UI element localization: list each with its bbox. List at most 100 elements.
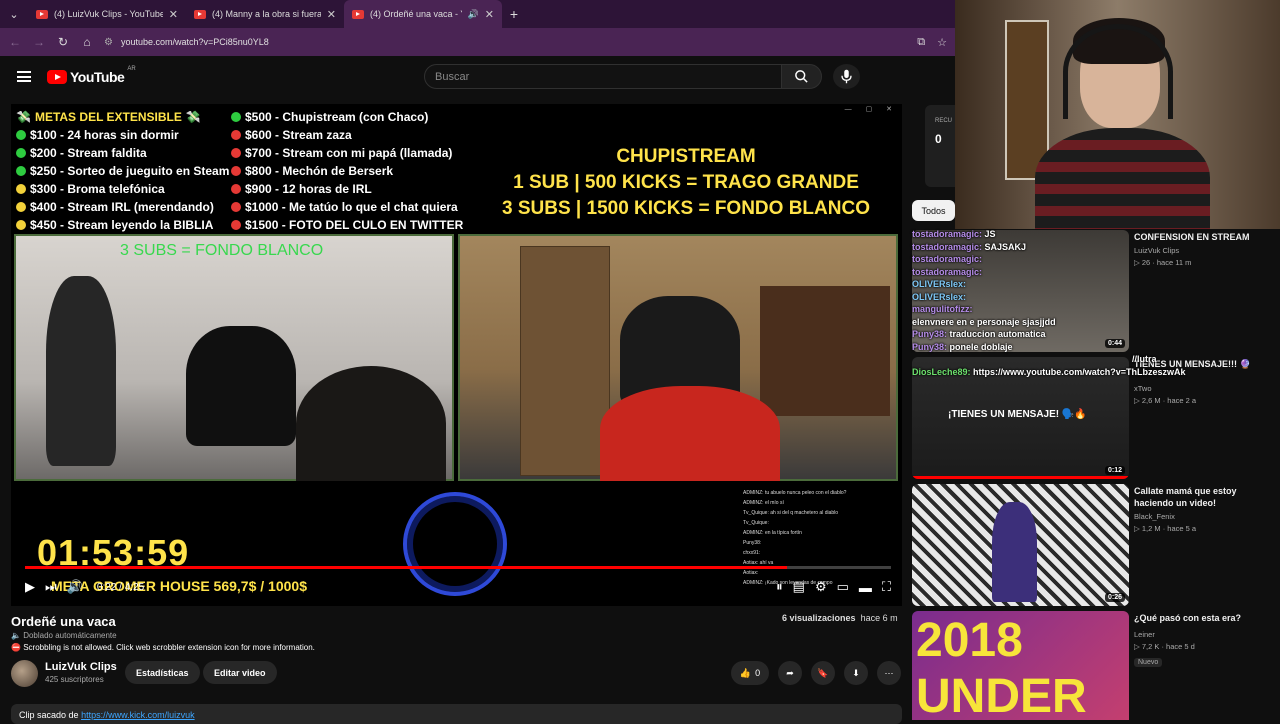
play-small-icon: ▷ xyxy=(1134,642,1140,651)
fullscreen-icon[interactable]: ⛶ xyxy=(882,579,891,595)
cam-overlay-text: 3 SUBS = FONDO BLANCO xyxy=(120,242,324,259)
browser-tab-1[interactable]: (4) LuizVuk Clips - YouTube ✕ xyxy=(28,0,186,28)
microphone-icon xyxy=(841,69,852,84)
rec-channel[interactable]: xTwo xyxy=(1134,384,1274,393)
new-tab-plus-icon[interactable]: + xyxy=(502,6,526,22)
rec-title[interactable]: TIENES UN MENSAJE!!! 🔮 xyxy=(1134,358,1274,370)
menu-hamburger-icon[interactable] xyxy=(17,71,31,82)
volume-icon[interactable]: 🔊 xyxy=(67,579,83,595)
forward-arrow-icon[interactable]: → xyxy=(32,35,46,49)
video-thumbnail[interactable]: 0:26 xyxy=(912,484,1129,606)
youtube-header: YouTube AR Buscar xyxy=(0,56,955,98)
goal-text: $500 - Chupistream (con Chaco) xyxy=(245,110,429,124)
home-icon[interactable]: ⌂ xyxy=(80,35,94,49)
subtitles-icon[interactable]: ▤ xyxy=(793,579,805,595)
more-dots-icon: ⋯ xyxy=(884,667,894,678)
goal-text: $800 - Mechón de Berserk xyxy=(245,164,394,178)
like-count: 0 xyxy=(755,668,761,678)
striped-shirt xyxy=(1035,128,1210,229)
webcam-right-feed xyxy=(458,234,898,481)
stats-button[interactable]: Estadísticas xyxy=(125,661,200,684)
rec-meta: ▷ 1,2 M · hace 5 a xyxy=(1134,524,1197,533)
status-dot xyxy=(16,202,26,212)
miniplayer-icon[interactable]: ▭ xyxy=(837,579,849,595)
edit-video-button[interactable]: Editar video xyxy=(203,661,277,684)
tab-title: (4) Manny a la obra si fuera buo xyxy=(212,9,321,19)
goal-text: $1500 - FOTO DEL CULO EN TWITTER xyxy=(245,218,464,232)
goal-item: $200 - Stream faldita xyxy=(16,144,229,162)
share-button[interactable]: ➦ xyxy=(778,661,802,685)
rec-title[interactable]: Callate mamá que estoy haciendo un video… xyxy=(1134,485,1274,509)
search-icon xyxy=(795,70,808,83)
browser-tab-3[interactable]: (4) Ordeñé una vaca - YouT 🔊 ✕ xyxy=(344,0,502,28)
bookmark-star-icon[interactable]: ☆ xyxy=(937,36,947,49)
close-tab-icon[interactable]: ✕ xyxy=(485,8,494,21)
search-button[interactable] xyxy=(781,64,822,89)
status-dot xyxy=(231,166,241,176)
video-thumbnail[interactable]: 2018 UNDER xyxy=(912,611,1129,720)
rec-title[interactable]: ¿Qué pasó con esta era? xyxy=(1134,612,1274,624)
voice-search-button[interactable] xyxy=(833,64,860,89)
rec-label: RECU xyxy=(935,118,953,124)
goal-text: $450 - Stream leyendo la BIBLIA xyxy=(30,218,214,232)
rec-title[interactable]: CONFENSION EN STREAM xyxy=(1134,231,1274,243)
goal-item: $300 - Broma telefónica xyxy=(16,180,229,198)
close-tab-icon[interactable]: ✕ xyxy=(327,8,336,21)
url-field[interactable]: ⚙ youtube.com/watch?v=PCi85nu0YL8 xyxy=(104,32,907,52)
download-button[interactable]: ⬇ xyxy=(844,661,868,685)
new-badge: Nuevo xyxy=(1134,658,1163,667)
chat-line: Puny38: xyxy=(743,540,762,546)
install-app-icon[interactable]: ⧉ xyxy=(917,36,925,49)
close-tab-icon[interactable]: ✕ xyxy=(169,8,178,21)
video-thumbnail[interactable]: ¡TIENES UN MENSAJE! 🗣️🔥 0:12 xyxy=(912,357,1129,479)
recording-card: RECU 0 xyxy=(925,105,955,187)
video-thumbnail[interactable]: 0:44 xyxy=(912,230,1129,352)
reload-icon[interactable]: ↻ xyxy=(56,35,70,49)
settings-gear-icon[interactable]: ⚙ xyxy=(815,579,827,595)
desc-link[interactable]: https://www.kick.com/luizvuk xyxy=(81,710,195,720)
chat-line: chxx91: xyxy=(743,550,761,556)
goal-text: $200 - Stream faldita xyxy=(30,146,147,160)
filter-chip-all[interactable]: Todos xyxy=(912,200,955,221)
autoplay-toggle-icon[interactable]: ⏸ xyxy=(776,579,783,595)
tab-list-chevron-icon[interactable]: ⌄ xyxy=(0,0,28,28)
video-progress-bar[interactable] xyxy=(25,566,891,569)
video-player[interactable]: — ▢ ✕ 💸 METAS DEL EXTENSIBLE 💸 $100 - 24 h… xyxy=(11,104,902,606)
status-dot xyxy=(231,184,241,194)
channel-avatar[interactable] xyxy=(11,660,38,687)
search-input[interactable]: Buscar xyxy=(424,64,782,89)
rec-channel[interactable]: Black_Fenix xyxy=(1134,512,1274,521)
play-icon[interactable]: ▶ xyxy=(25,579,35,595)
site-info-icon[interactable]: ⚙ xyxy=(104,37,113,48)
status-dot xyxy=(231,148,241,158)
thumb-text: 2018 UNDER xyxy=(916,614,1087,720)
rec-channel[interactable]: Leiner xyxy=(1134,630,1274,639)
goal-text: $250 - Sorteo de jueguito en Steam xyxy=(30,164,230,178)
save-button[interactable]: 🔖 xyxy=(811,661,835,685)
goal-item: $100 - 24 horas sin dormir xyxy=(16,126,229,144)
video-description[interactable]: Clip sacado de https://www.kick.com/luiz… xyxy=(11,704,902,724)
theater-mode-icon[interactable]: ▬ xyxy=(859,580,872,595)
goals-list-right: $500 - Chupistream (con Chaco) $600 - St… xyxy=(231,108,463,234)
overlay-window-buttons: — ▢ ✕ xyxy=(844,106,898,113)
more-actions-button[interactable]: ⋯ xyxy=(877,661,901,685)
status-dot xyxy=(16,220,26,230)
headset-icon xyxy=(1063,24,1173,119)
speaker-icon[interactable]: 🔊 xyxy=(468,9,479,20)
like-button[interactable]: 👍 0 xyxy=(731,661,769,685)
browser-tab-2[interactable]: (4) Manny a la obra si fuera buo ✕ xyxy=(186,0,344,28)
browser-tab-bar: ⌄ (4) LuizVuk Clips - YouTube ✕ (4) Mann… xyxy=(0,0,955,28)
play-small-icon: ▷ xyxy=(1134,258,1140,267)
rec-meta: ▷ 2,6 M · hace 2 a xyxy=(1134,396,1197,405)
next-icon[interactable]: ⏭ xyxy=(45,579,57,595)
download-icon: ⬇ xyxy=(852,667,860,678)
youtube-logo[interactable]: YouTube AR xyxy=(47,66,136,85)
rec-channel[interactable]: LuizVuk Clips xyxy=(1134,246,1274,255)
back-arrow-icon[interactable]: ← xyxy=(8,35,22,49)
channel-name[interactable]: LuizVuk Clips xyxy=(45,661,117,673)
player-controls: ▶ ⏭ 🔊 0:22 / 4:25 ⏸ ▤ ⚙ ▭ ▬ ⛶ xyxy=(25,576,891,598)
youtube-favicon-icon xyxy=(352,9,364,19)
auto-dubbed-label: 🔈 Doblado automáticamente xyxy=(11,631,117,640)
goal-item: $700 - Stream con mi papá (llamada) xyxy=(231,144,463,162)
country-code: AR xyxy=(127,66,136,72)
